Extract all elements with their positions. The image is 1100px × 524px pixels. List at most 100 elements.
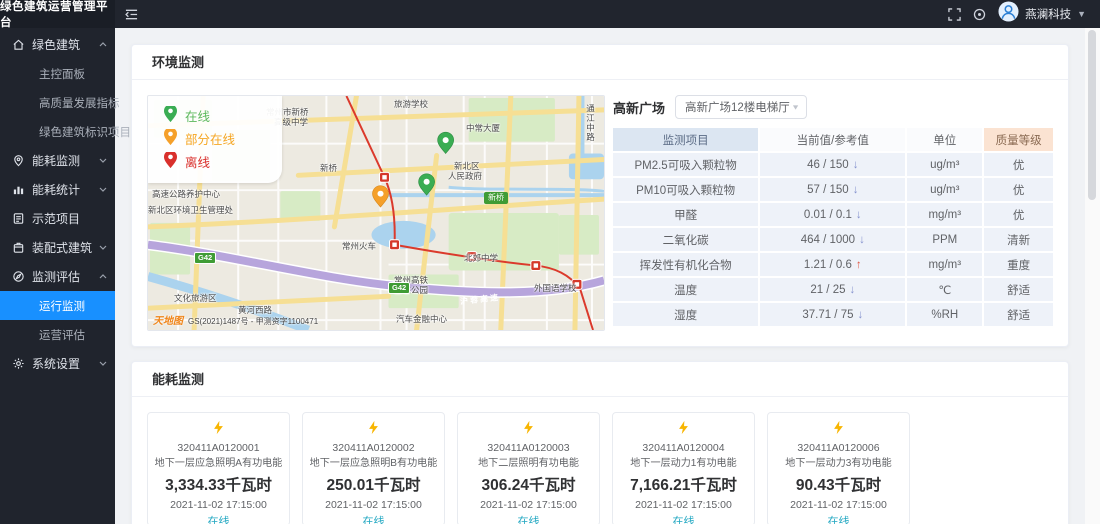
menu-fold-icon[interactable] <box>125 8 138 21</box>
value-text: 46 / 150 <box>807 159 849 171</box>
cell-item: 温度 <box>613 278 758 301</box>
box-icon <box>12 241 25 254</box>
table-row: 温度 21 / 25↓ ℃ 舒适 <box>613 278 1053 301</box>
topbar: 绿色建筑运营管理平台 燕澜科技 ▼ <box>0 0 1100 28</box>
energy-card[interactable]: 320411A0120001 地下一层应急照明A有功电能 3,334.33千瓦时… <box>147 412 290 524</box>
status-badge[interactable]: 在线 <box>458 513 599 524</box>
device-name: 地下一层动力1有功电能 <box>616 455 751 469</box>
cell-item: 湿度 <box>613 303 758 326</box>
timestamp: 2021-11-02 17:15:00 <box>148 499 289 511</box>
sidebar-item-energy-monitoring[interactable]: 能耗监测 <box>0 146 115 175</box>
map[interactable]: 旅游学校 常州市新桥 高级中学 中常大厦 新桥 新北区 人民政府 常州火车 北郊… <box>147 95 605 331</box>
table-row: PM10可吸入颗粒物 57 / 150↓ ug/m³ 优 <box>613 178 1053 201</box>
sidebar-item-label: 能耗统计 <box>32 181 99 198</box>
device-id: 320411A0120004 <box>613 442 754 454</box>
pin-icon <box>12 154 25 167</box>
cell-value: 464 / 1000↓ <box>760 228 905 251</box>
env-data-section: 高新广场 高新广场12楼电梯厅 ▼ 监测项目 当前值/参考值 单位 质量等级 P… <box>613 95 1053 331</box>
status-badge[interactable]: 在线 <box>148 513 289 524</box>
sidebar-item-main-dashboard[interactable]: 主控面板 <box>0 59 115 88</box>
device-id: 320411A0120006 <box>768 442 909 454</box>
energy-value: 7,166.21千瓦时 <box>613 473 754 495</box>
energy-card[interactable]: 320411A0120006 地下一层动力3有功电能 90.43千瓦时 2021… <box>767 412 910 524</box>
document-icon <box>12 212 25 225</box>
energy-value: 3,334.33千瓦时 <box>148 473 289 495</box>
cell-item: 二氧化碳 <box>613 228 758 251</box>
sidebar-item-energy-statistics[interactable]: 能耗统计 <box>0 175 115 204</box>
col-header: 质量等级 <box>984 128 1053 151</box>
sidebar-item-system-settings[interactable]: 系统设置 <box>0 349 115 378</box>
sidebar-item-monitoring-evaluation[interactable]: 监测评估 <box>0 262 115 291</box>
scrollbar[interactable] <box>1085 28 1100 524</box>
chevron-up-icon <box>99 274 107 279</box>
pin-green-icon <box>164 106 177 126</box>
avatar <box>998 1 1019 27</box>
cell-item: 甲醛 <box>613 203 758 226</box>
device-id: 320411A0120001 <box>148 442 289 454</box>
device-select-value: 高新广场12楼电梯厅 <box>685 99 791 115</box>
table-row: 甲醛 0.01 / 0.1↓ mg/m³ 优 <box>613 203 1053 226</box>
site-label: 高新广场 <box>613 98 665 117</box>
sidebar-item-green-building[interactable]: 绿色建筑 <box>0 30 115 59</box>
col-header: 当前值/参考值 <box>760 128 905 151</box>
env-monitoring-panel: 环境监测 <box>131 44 1069 347</box>
scrollbar-thumb[interactable] <box>1088 30 1096 200</box>
panel-title: 能耗监测 <box>132 362 1068 397</box>
trend-arrow: ↓ <box>857 309 863 321</box>
chevron-down-icon: ▼ <box>1077 9 1086 19</box>
energy-card[interactable]: 320411A0120002 地下一层应急照明B有功电能 250.01千瓦时 2… <box>302 412 445 524</box>
value-text: 21 / 25 <box>810 284 845 296</box>
sidebar-item-demo-projects[interactable]: 示范项目 <box>0 204 115 233</box>
fullscreen-icon[interactable] <box>948 8 961 21</box>
energy-value: 250.01千瓦时 <box>303 473 444 495</box>
cell-value: 1.21 / 0.6↑ <box>760 253 905 276</box>
app-title: 绿色建筑运营管理平台 <box>0 0 115 28</box>
table-row: PM2.5可吸入颗粒物 46 / 150↓ ug/m³ 优 <box>613 153 1053 176</box>
value-text: 464 / 1000 <box>801 234 855 246</box>
col-header: 监测项目 <box>613 128 758 151</box>
cell-grade: 重度 <box>984 253 1053 276</box>
cell-unit: mg/m³ <box>907 253 982 276</box>
g42-badge: G42 <box>388 282 410 294</box>
cell-unit: mg/m³ <box>907 203 982 226</box>
bolt-icon <box>211 422 226 439</box>
company-name: 燕澜科技 <box>1025 6 1071 22</box>
value-text: 37.71 / 75 <box>802 309 853 321</box>
chevron-down-icon <box>99 245 107 250</box>
settings-icon[interactable] <box>973 8 986 21</box>
user-menu[interactable]: 燕澜科技 ▼ <box>998 1 1086 27</box>
sidebar-item-label-projects[interactable]: 绿色建筑标识项目 <box>0 117 115 146</box>
sidebar-item-quality-index[interactable]: 高质量发展指标 <box>0 88 115 117</box>
sidebar-item-operation-monitoring[interactable]: 运行监测 <box>0 291 115 320</box>
energy-cards: 320411A0120001 地下一层应急照明A有功电能 3,334.33千瓦时… <box>147 412 1053 524</box>
pin-red-icon <box>164 152 177 172</box>
sidebar-item-label: 监测评估 <box>32 268 99 285</box>
sidebar-item-operation-evaluation[interactable]: 运营评估 <box>0 320 115 349</box>
cell-item: PM10可吸入颗粒物 <box>613 178 758 201</box>
status-badge[interactable]: 在线 <box>303 513 444 524</box>
device-select[interactable]: 高新广场12楼电梯厅 ▼ <box>675 95 807 119</box>
cell-item: 挥发性有机化合物 <box>613 253 758 276</box>
trend-arrow: ↓ <box>853 184 859 196</box>
chevron-up-icon <box>99 42 107 47</box>
energy-card[interactable]: 320411A0120004 地下一层动力1有功电能 7,166.21千瓦时 2… <box>612 412 755 524</box>
status-badge[interactable]: 在线 <box>613 513 754 524</box>
attribution-text: GS(2021)1487号 - 甲测资字1100471 <box>188 316 318 327</box>
status-badge[interactable]: 在线 <box>768 513 909 524</box>
table-row: 挥发性有机化合物 1.21 / 0.6↑ mg/m³ 重度 <box>613 253 1053 276</box>
cell-unit: %RH <box>907 303 982 326</box>
cell-unit: PPM <box>907 228 982 251</box>
chevron-down-icon <box>99 361 107 366</box>
home-icon <box>12 38 25 51</box>
bolt-icon <box>366 422 381 439</box>
pin-orange-icon <box>164 129 177 149</box>
sidebar-item-prefab-building[interactable]: 装配式建筑 <box>0 233 115 262</box>
trend-arrow: ↓ <box>853 159 859 171</box>
cell-unit: ug/m³ <box>907 178 982 201</box>
chevron-down-icon: ▼ <box>791 103 800 111</box>
energy-card[interactable]: 320411A0120003 地下二层照明有功电能 306.24千瓦时 2021… <box>457 412 600 524</box>
xinqiao-badge: 新桥 <box>484 192 508 204</box>
sidebar-item-label: 系统设置 <box>32 355 99 372</box>
bolt-icon <box>676 422 691 439</box>
env-table: 监测项目 当前值/参考值 单位 质量等级 PM2.5可吸入颗粒物 46 / 15… <box>613 128 1053 326</box>
